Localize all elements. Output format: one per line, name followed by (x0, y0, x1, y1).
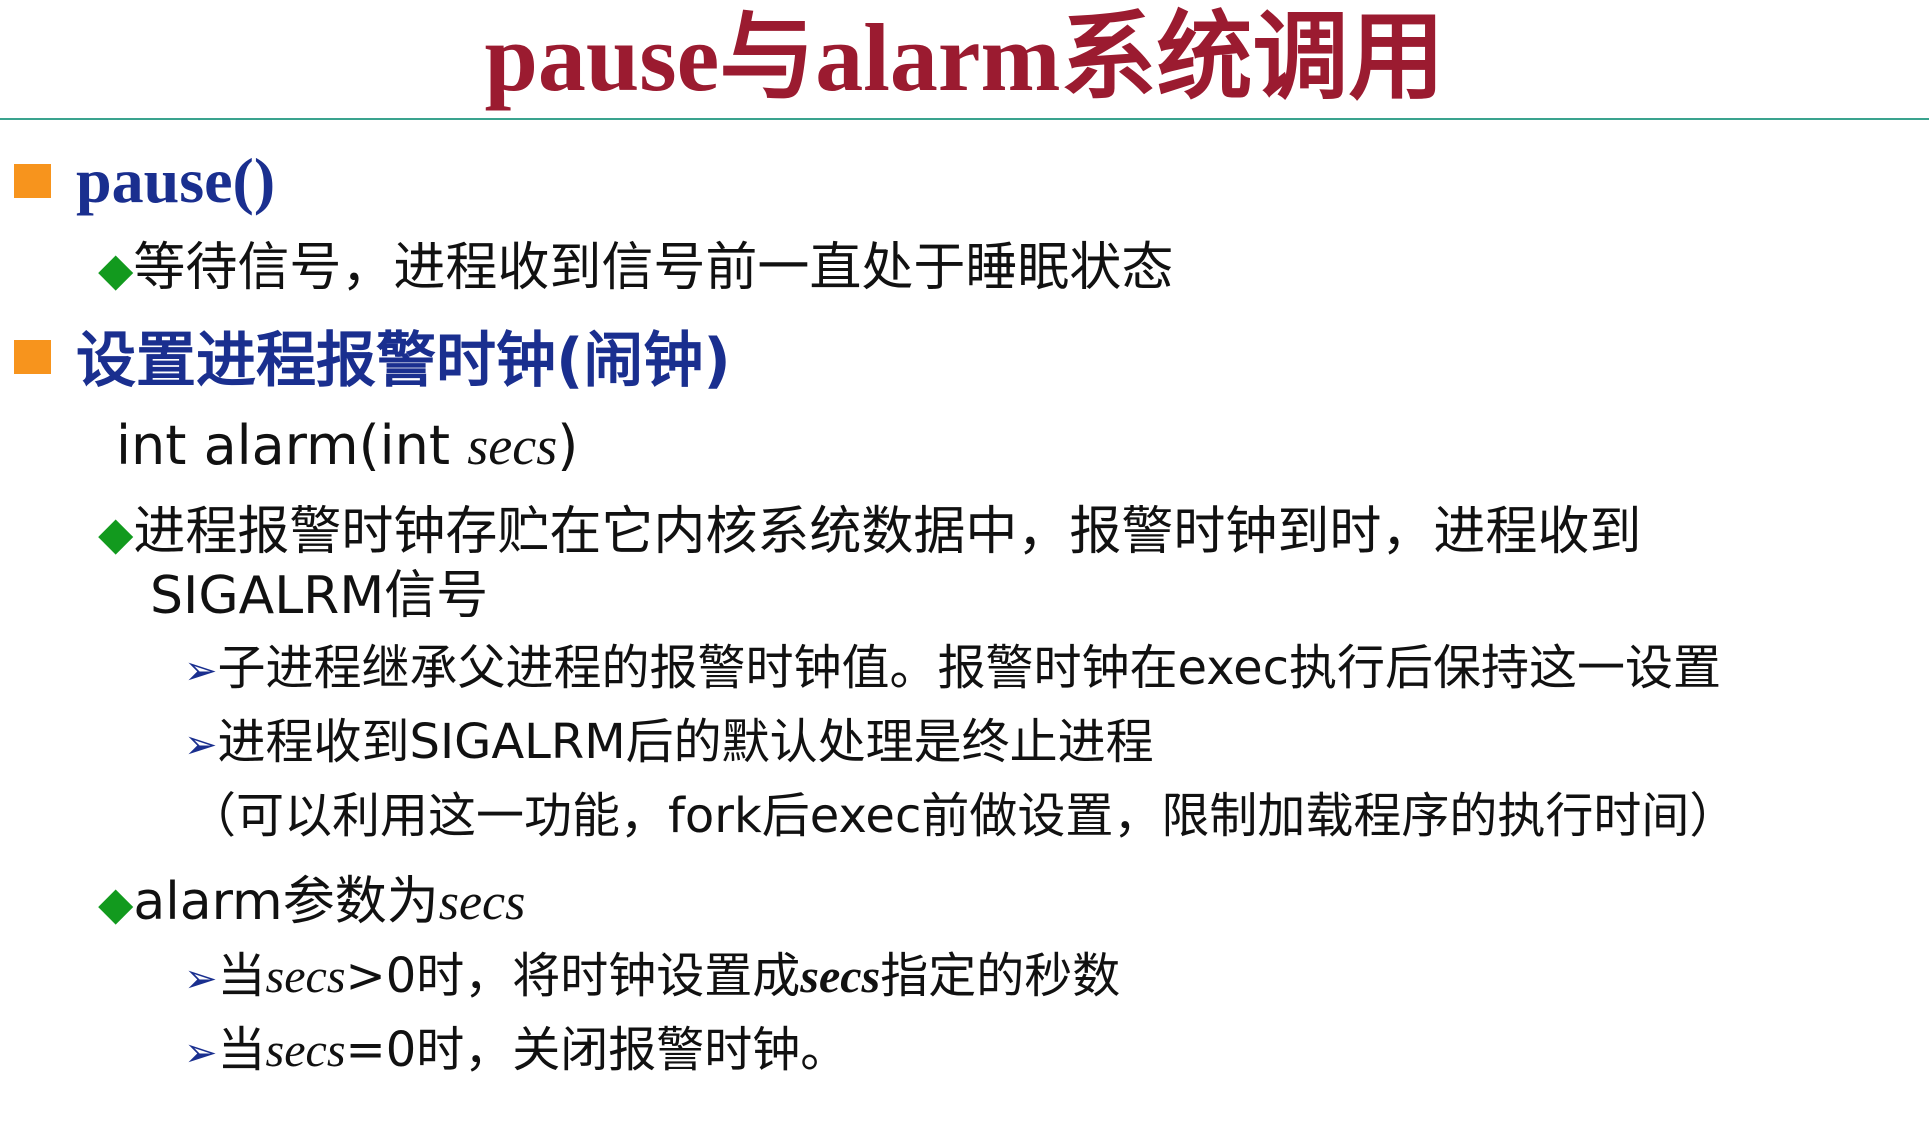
note-text: （可以利用这一功能，fork后exec前做设置，限制加载程序的执行时间） (188, 788, 1738, 844)
green-diamond-bullet-icon: ◆ (98, 242, 134, 296)
sub-item-text: =0时，关闭报警时钟。 (345, 1022, 849, 1078)
sub-list-item: ➢子进程继承父进程的报警时钟值。报警时钟在exec执行后保持这一设置 (184, 638, 1721, 701)
section-heading-pause: pause() (76, 145, 276, 216)
sub-list-item: ➢当secs>0时，将时钟设置成secs指定的秒数 (184, 946, 1120, 1009)
sub-list-item: ➢进程收到SIGALRM后的默认处理是终止进程 (184, 712, 1154, 775)
list-item: ◆等待信号，进程收到信号前一直处于睡眠状态 (98, 236, 1173, 301)
list-item: ◆进程报警时钟存贮在它内核系统数据中，报警时钟到时，进程收到 (98, 500, 1641, 565)
sub-item-text: >0时，将时钟设置成 (345, 948, 801, 1004)
item-text: alarm参数为 (133, 872, 439, 932)
item-text: 进程报警时钟存贮在它内核系统数据中，报警时钟到时，进程收到 (133, 502, 1642, 562)
signature-suffix: ) (557, 414, 579, 477)
sub-item-param: secs (265, 950, 346, 1003)
blue-arrow-bullet-icon: ➢ (184, 1030, 218, 1076)
list-item: ◆alarm参数为secs (98, 870, 525, 935)
sub-item-param: secs (265, 1024, 346, 1077)
slide-title: pause与alarm系统调用 (484, 4, 1445, 111)
blue-arrow-bullet-icon: ➢ (184, 722, 218, 768)
blue-arrow-bullet-icon: ➢ (184, 956, 218, 1002)
green-diamond-bullet-icon: ◆ (98, 876, 134, 930)
title-divider (0, 118, 1929, 120)
sub-item-text: 当 (217, 948, 266, 1004)
item-text: 等待信号，进程收到信号前一直处于睡眠状态 (133, 238, 1174, 298)
signature-prefix: int alarm(int (116, 414, 468, 477)
item-param: secs (438, 874, 526, 931)
sub-item-text: 当 (217, 1022, 266, 1078)
item-text-continuation: SIGALRM信号 (150, 566, 489, 626)
sub-item-text: 进程收到SIGALRM后的默认处理是终止进程 (217, 714, 1154, 770)
section-heading-alarm: 设置进程报警时钟(闹钟) (76, 326, 731, 396)
function-signature: int alarm(int secs) (116, 414, 578, 478)
sub-item-param-bold: secs (800, 950, 881, 1003)
sub-item-text: 子进程继承父进程的报警时钟值。报警时钟在exec执行后保持这一设置 (217, 640, 1722, 696)
orange-square-bullet-icon (14, 164, 51, 198)
green-diamond-bullet-icon: ◆ (98, 506, 134, 560)
sub-item-text: 指定的秒数 (880, 948, 1121, 1004)
blue-arrow-bullet-icon: ➢ (184, 648, 218, 694)
sub-list-item: ➢当secs=0时，关闭报警时钟。 (184, 1020, 848, 1083)
orange-square-bullet-icon (14, 340, 51, 374)
signature-param: secs (467, 416, 558, 476)
